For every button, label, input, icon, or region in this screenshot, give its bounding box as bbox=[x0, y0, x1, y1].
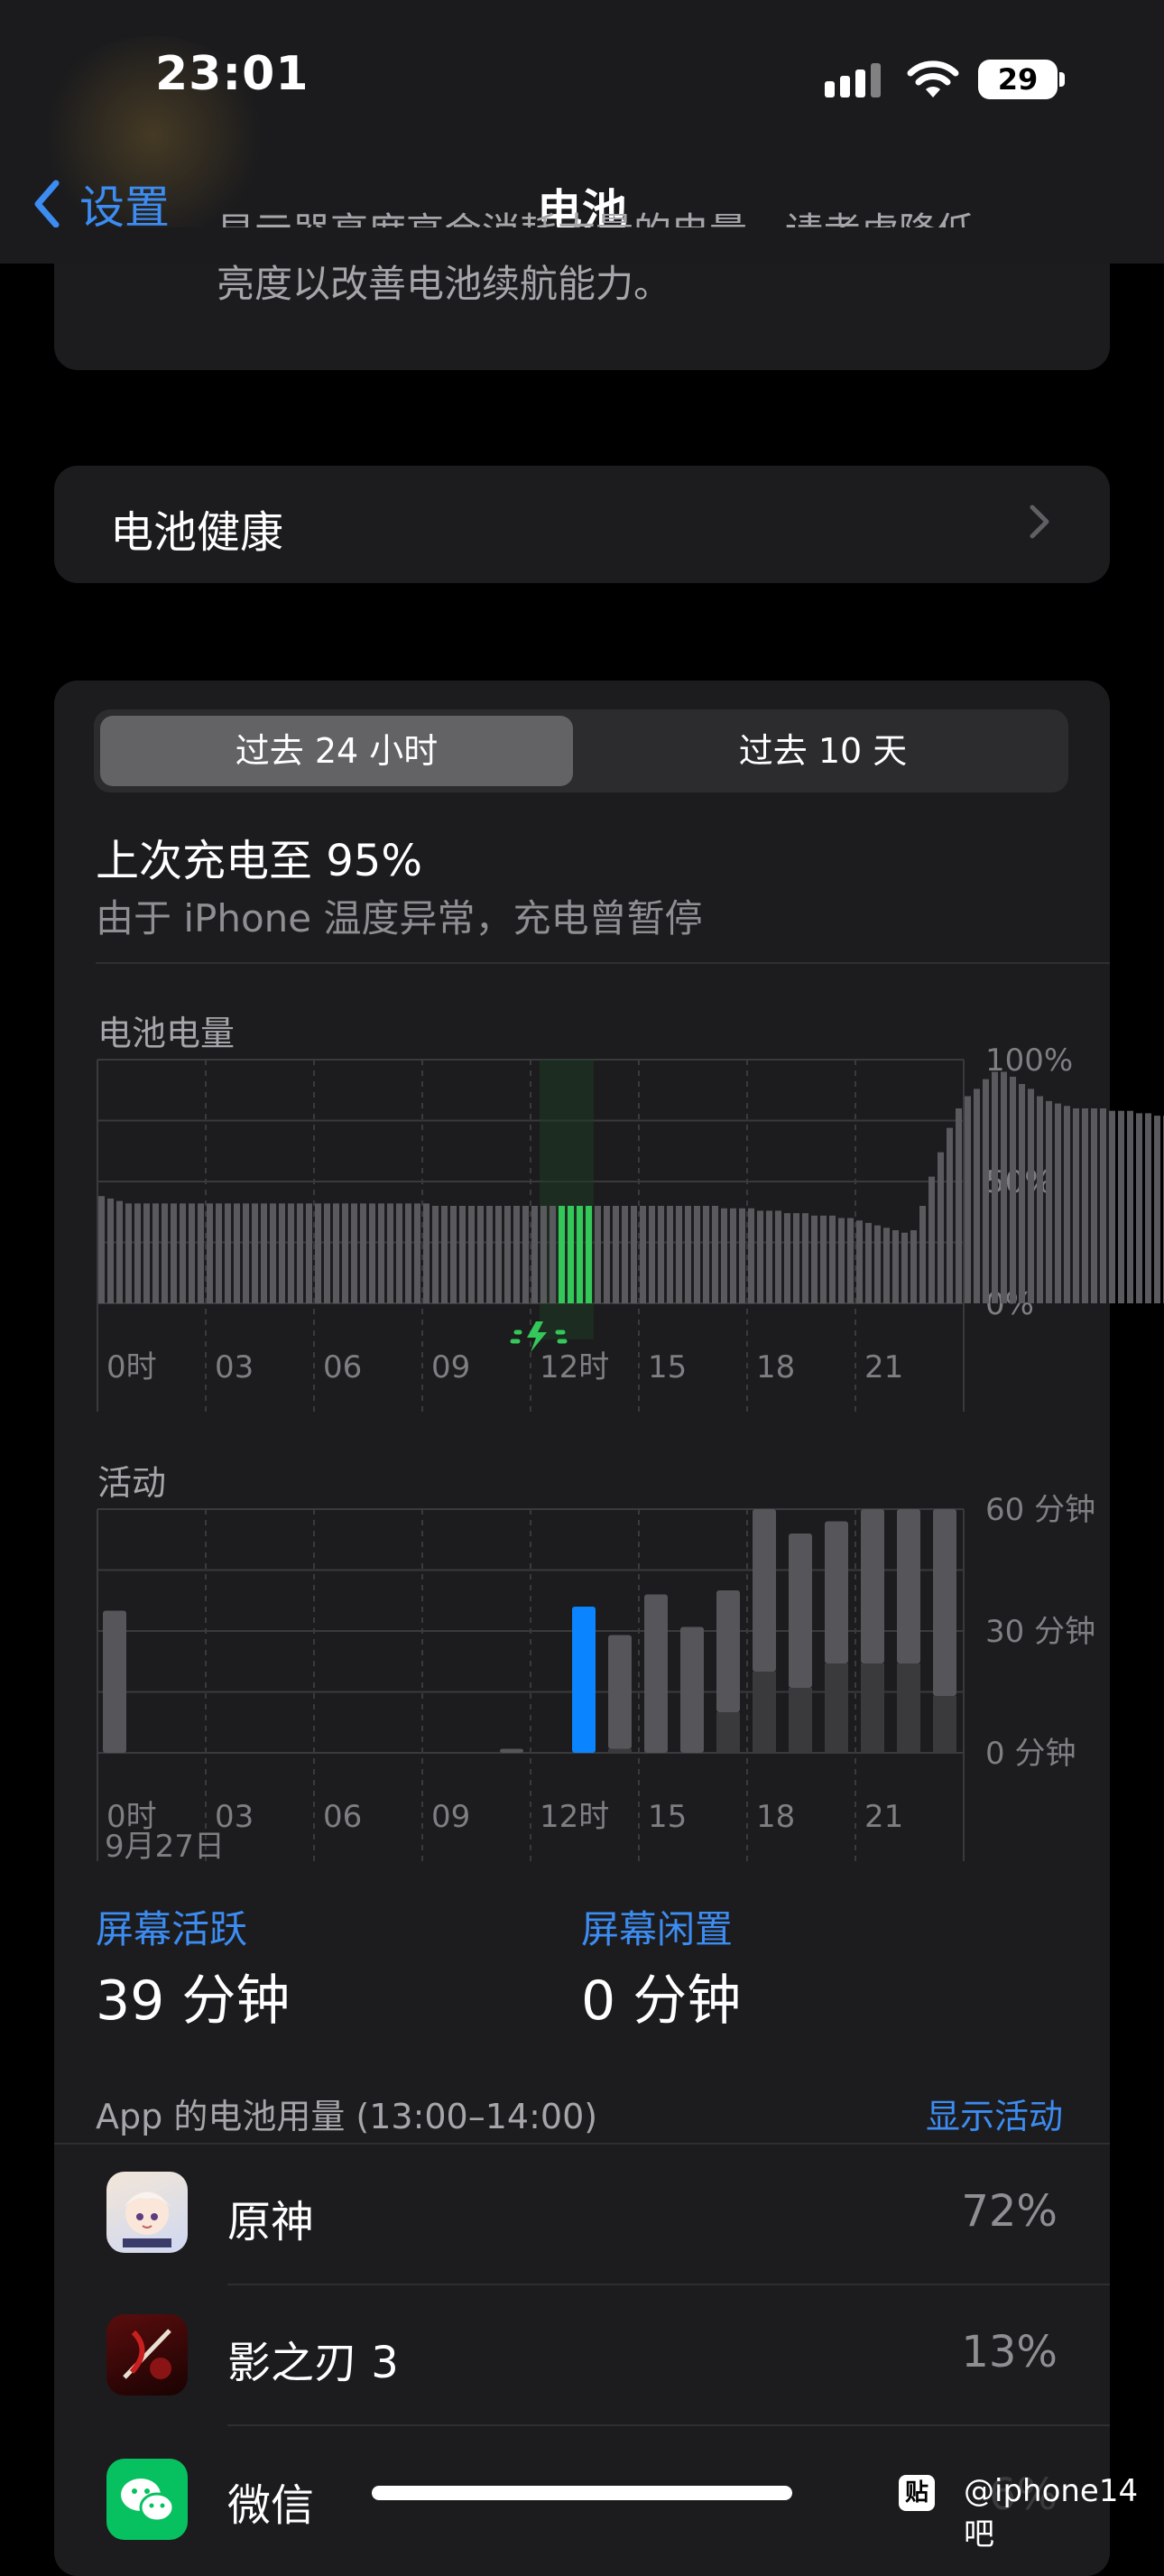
app-name: 影之刃 3 bbox=[227, 2338, 399, 2388]
screen-idle-label: 屏幕闲置 bbox=[581, 1907, 734, 1951]
activity-bar-active bbox=[825, 1521, 848, 1663]
activity-x-tick: 12时 bbox=[540, 1799, 609, 1835]
screen-active-label: 屏幕活跃 bbox=[96, 1907, 248, 1951]
genshin-icon bbox=[106, 2172, 188, 2253]
activity-bar-idle bbox=[933, 1696, 956, 1753]
activity-y-tick: 0 分钟 bbox=[985, 1736, 1076, 1772]
activity-bar-active bbox=[680, 1626, 704, 1753]
activity-bar-active bbox=[861, 1509, 884, 1663]
screen-idle-value: 0 分钟 bbox=[581, 1969, 742, 2033]
watermark-icon: 贴 bbox=[899, 2475, 935, 2511]
app-percent: 72% bbox=[961, 2186, 1058, 2237]
app-row[interactable]: 影之刃 3 13% bbox=[54, 2285, 1110, 2426]
app-name: 原神 bbox=[227, 2197, 315, 2247]
activity-bar-idle bbox=[753, 1672, 776, 1753]
activity-bar-idle bbox=[825, 1663, 848, 1753]
activity-bar-active bbox=[897, 1509, 920, 1663]
app-percent: 13% bbox=[961, 2327, 1058, 2377]
activity-x-tick: 18 bbox=[756, 1799, 795, 1835]
home-indicator bbox=[372, 2486, 792, 2500]
activity-bar-active bbox=[608, 1635, 632, 1749]
activity-bar-active bbox=[753, 1509, 776, 1672]
app-row[interactable]: 微信 6% bbox=[54, 2426, 1110, 2540]
activity-bar-idle bbox=[716, 1712, 740, 1753]
activity-bar-active bbox=[103, 1610, 126, 1753]
activity-y-tick: 30 分钟 bbox=[985, 1614, 1095, 1650]
watermark: @iphone14吧 bbox=[964, 2473, 1139, 2553]
activity-bar-idle bbox=[861, 1663, 884, 1753]
activity-bar-idle bbox=[897, 1663, 920, 1753]
app-usage-title: App 的电池用量 (13:00–14:00) bbox=[96, 2097, 598, 2136]
activity-bar-active bbox=[500, 1748, 523, 1753]
screen-active-value: 39 分钟 bbox=[96, 1969, 291, 2033]
app-row[interactable]: 原神 72% bbox=[54, 2145, 1110, 2285]
activity-x-tick: 21 bbox=[864, 1799, 903, 1835]
activity-y-tick: 60 分钟 bbox=[985, 1492, 1095, 1528]
activity-bar-active bbox=[933, 1509, 956, 1696]
activity-bar-active bbox=[644, 1594, 668, 1753]
activity-bar-idle bbox=[789, 1688, 812, 1753]
shadowblade-icon bbox=[106, 2314, 188, 2395]
activity-x-tick: 09 bbox=[431, 1799, 470, 1835]
show-activity-button[interactable]: 显示活动 bbox=[926, 2089, 1063, 2138]
activity-date-label: 9月27日 bbox=[105, 1829, 225, 1865]
activity-bar-active bbox=[789, 1534, 812, 1688]
activity-x-tick: 06 bbox=[323, 1799, 362, 1835]
activity-x-tick: 15 bbox=[648, 1799, 687, 1835]
activity-bar-active bbox=[572, 1607, 596, 1753]
activity-bar-idle bbox=[608, 1748, 632, 1753]
activity-bar-active bbox=[716, 1590, 740, 1712]
wechat-icon bbox=[106, 2459, 188, 2540]
